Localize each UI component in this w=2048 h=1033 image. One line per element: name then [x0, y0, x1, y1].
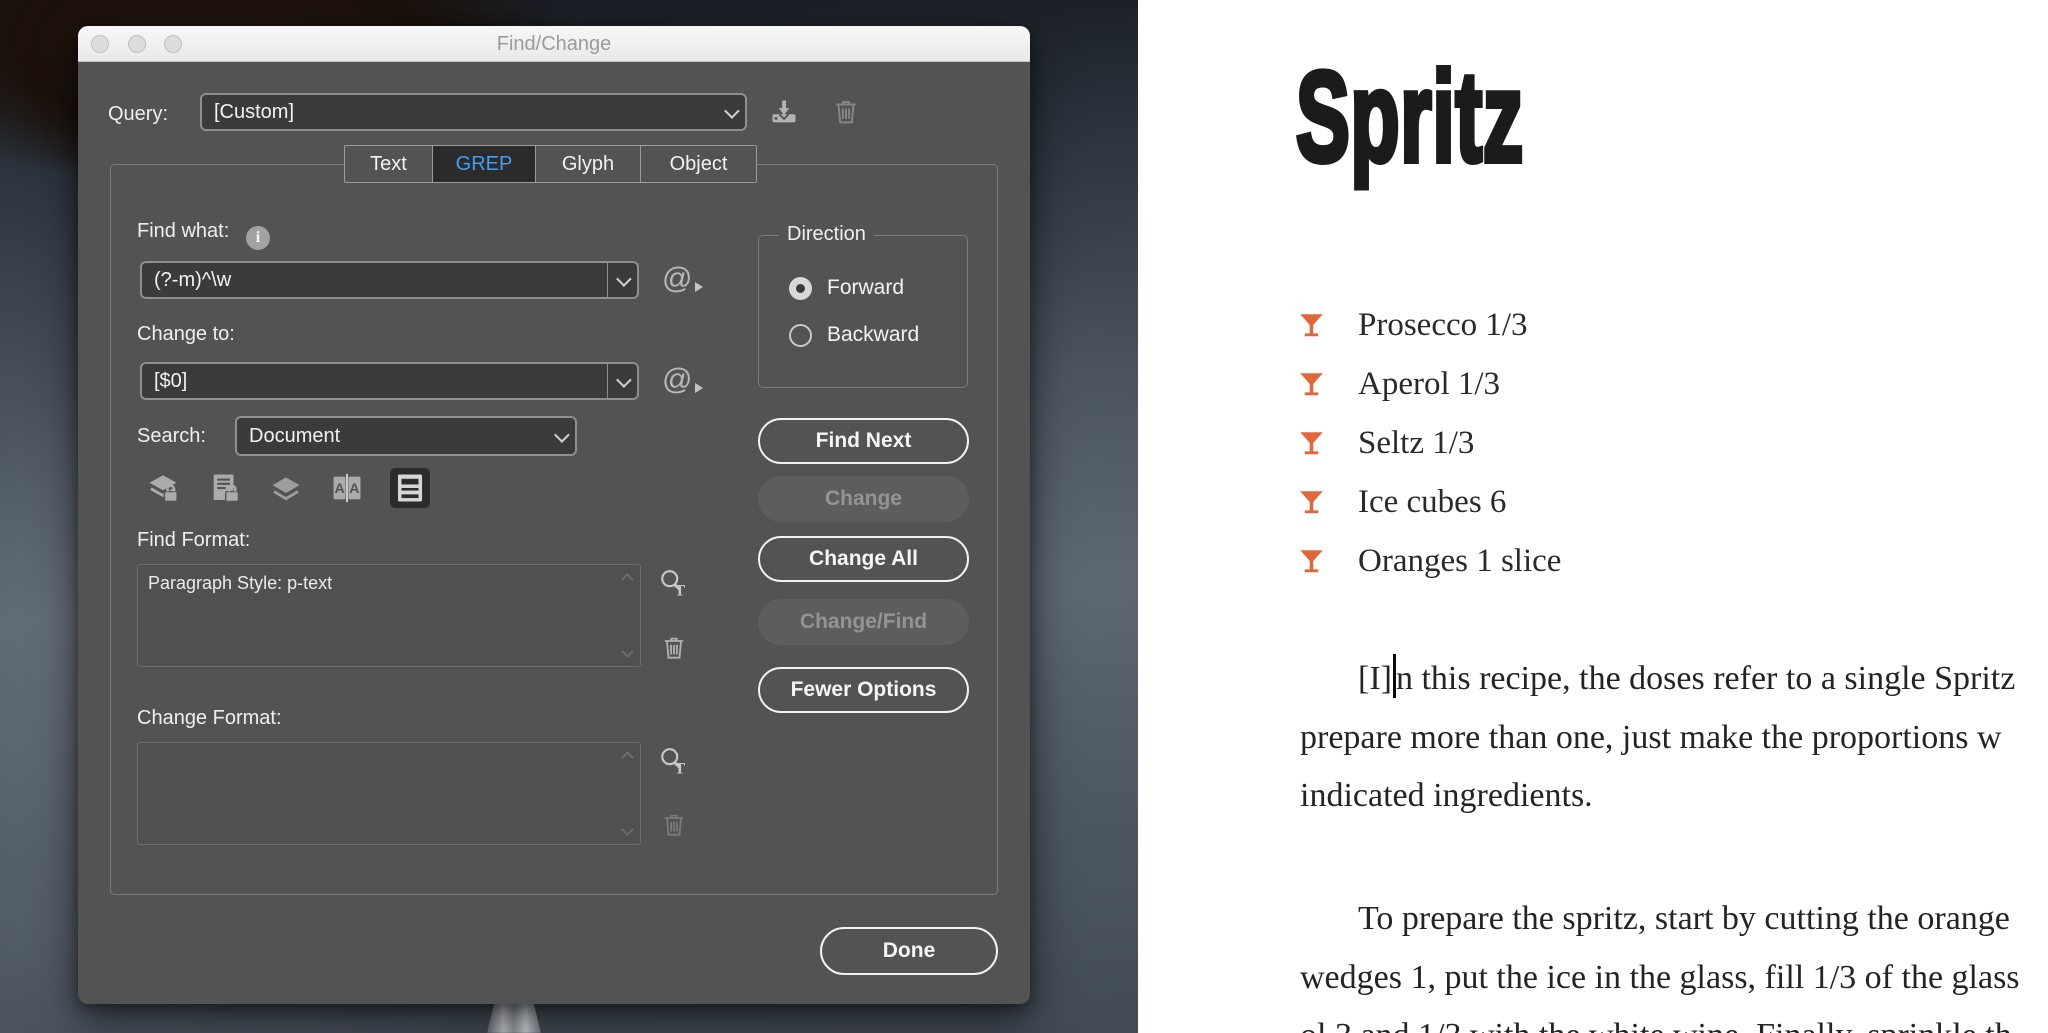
doc-title: Spritz [1296, 44, 1524, 191]
ingredient-text: Seltz 1/3 [1358, 425, 1474, 462]
delete-query-button[interactable] [828, 94, 864, 130]
list-item: Aperol 1/3 [1298, 355, 1561, 414]
paragraph-line: To prepare the spritz, start by cutting … [1300, 890, 2020, 949]
ingredient-text: Prosecco 1/3 [1358, 307, 1528, 344]
find-change-dialog: Find/Change Query: [Custom] [78, 26, 1030, 1004]
options-groupbox [110, 164, 998, 895]
trash-icon [831, 97, 861, 127]
paragraph-line: prepare more than one, just make the pro… [1300, 709, 2015, 768]
save-query-button[interactable] [766, 94, 802, 130]
cocktail-glass-icon [1298, 430, 1325, 457]
done-button[interactable]: Done [820, 927, 998, 975]
tab-text[interactable]: Text [344, 145, 433, 183]
cocktail-glass-icon [1298, 548, 1325, 575]
tab-bar: Text GREP Glyph Object [345, 145, 757, 183]
cocktail-glass-icon [1298, 489, 1325, 516]
query-value: [Custom] [202, 101, 715, 124]
text-after-caret: n this recipe, the doses refer to a sing… [1396, 660, 2015, 697]
tab-glyph[interactable]: Glyph [535, 145, 641, 183]
ingredients-list: Prosecco 1/3 Aperol 1/3 Seltz 1/3 Ice cu… [1298, 296, 1561, 591]
text-before-caret: [I] [1358, 660, 1392, 697]
paragraph-line: ol 3 and 1/3 with the white wine. Finall… [1300, 1007, 2020, 1033]
ingredient-text: Ice cubes 6 [1358, 484, 1506, 521]
paragraph-2[interactable]: To prepare the spritz, start by cutting … [1300, 890, 2020, 1033]
cocktail-glass-icon [1298, 371, 1325, 398]
list-item: Seltz 1/3 [1298, 414, 1561, 473]
glass-stem-photo [487, 1002, 541, 1033]
list-item: Ice cubes 6 [1298, 473, 1561, 532]
query-dropdown[interactable]: [Custom] [200, 93, 747, 131]
document-page[interactable]: Spritz Prosecco 1/3 Aperol 1/3 Seltz 1/3… [1138, 0, 2048, 1033]
paragraph-1[interactable]: [I]n this recipe, the doses refer to a s… [1300, 650, 2015, 826]
ingredient-text: Aperol 1/3 [1358, 366, 1500, 403]
tab-grep[interactable]: GREP [432, 145, 536, 183]
query-label: Query: [108, 103, 168, 126]
list-item: Oranges 1 slice [1298, 532, 1561, 591]
chevron-down-icon [715, 95, 745, 129]
save-icon [769, 97, 799, 127]
cocktail-glass-icon [1298, 312, 1325, 339]
paragraph-line: indicated ingredients. [1300, 767, 2015, 826]
paragraph-line: [I]n this recipe, the doses refer to a s… [1300, 650, 2015, 709]
ingredient-text: Oranges 1 slice [1358, 543, 1561, 580]
tab-object[interactable]: Object [640, 145, 757, 183]
list-item: Prosecco 1/3 [1298, 296, 1561, 355]
paragraph-line: wedges 1, put the ice in the glass, fill… [1300, 949, 2020, 1008]
